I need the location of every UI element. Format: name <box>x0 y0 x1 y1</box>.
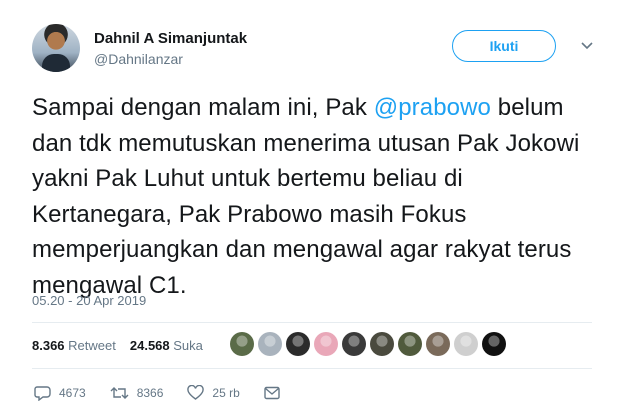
heart-icon <box>187 385 205 400</box>
like-button[interactable]: 25 rb <box>187 385 240 401</box>
liker-avatar-2[interactable] <box>258 332 282 356</box>
retweet-count: 8.366 <box>32 338 65 353</box>
liker-avatar-10[interactable] <box>482 332 506 356</box>
reply-icon <box>34 386 51 401</box>
retweet-label: Retweet <box>68 338 116 353</box>
reply-button[interactable]: 4673 <box>34 385 86 401</box>
display-name[interactable]: Dahnil A Simanjuntak <box>94 30 247 47</box>
liker-avatar-4[interactable] <box>314 332 338 356</box>
tweet-header: Dahnil A Simanjuntak @Dahnilanzar Ikuti <box>32 20 602 76</box>
liker-avatar-9[interactable] <box>454 332 478 356</box>
like-label: Suka <box>173 338 203 353</box>
liker-avatar-6[interactable] <box>370 332 394 356</box>
engagement-stats: 8.366 Retweet 24.568 Suka <box>32 338 203 353</box>
follow-button[interactable]: Ikuti <box>452 30 556 62</box>
tweet-text-part: Sampai dengan malam ini, Pak <box>32 94 374 121</box>
tweet-actions: 4673 8366 25 rb <box>34 385 312 401</box>
retweet-button[interactable]: 8366 <box>110 385 164 401</box>
reply-count: 4673 <box>59 386 86 400</box>
mention-link[interactable]: @prabowo <box>374 94 491 121</box>
chevron-down-icon[interactable] <box>580 38 594 52</box>
envelope-icon <box>264 386 280 400</box>
tweet-text-part: belum dan tdk memutuskan menerima utusan… <box>32 94 580 299</box>
retweet-icon <box>110 387 129 399</box>
retweet-stat[interactable]: 8.366 Retweet <box>32 338 116 353</box>
like-action-count: 25 rb <box>212 386 240 400</box>
tweet-text: Sampai dengan malam ini, Pak @prabowo be… <box>32 90 602 303</box>
message-button[interactable] <box>264 386 288 400</box>
liker-avatar-7[interactable] <box>398 332 422 356</box>
user-handle[interactable]: @Dahnilanzar <box>94 51 183 67</box>
divider <box>32 368 592 369</box>
liker-avatar-1[interactable] <box>230 332 254 356</box>
liker-avatar-3[interactable] <box>286 332 310 356</box>
liker-avatars <box>230 332 506 356</box>
divider <box>32 322 592 323</box>
like-count: 24.568 <box>129 338 170 353</box>
avatar[interactable] <box>32 24 80 72</box>
tweet-timestamp[interactable]: 05.20 - 20 Apr 2019 <box>32 293 146 308</box>
liker-avatar-5[interactable] <box>342 332 366 356</box>
retweet-action-count: 8366 <box>136 386 164 400</box>
liker-avatar-8[interactable] <box>426 332 450 356</box>
like-stat[interactable]: 24.568 Suka <box>130 338 203 353</box>
